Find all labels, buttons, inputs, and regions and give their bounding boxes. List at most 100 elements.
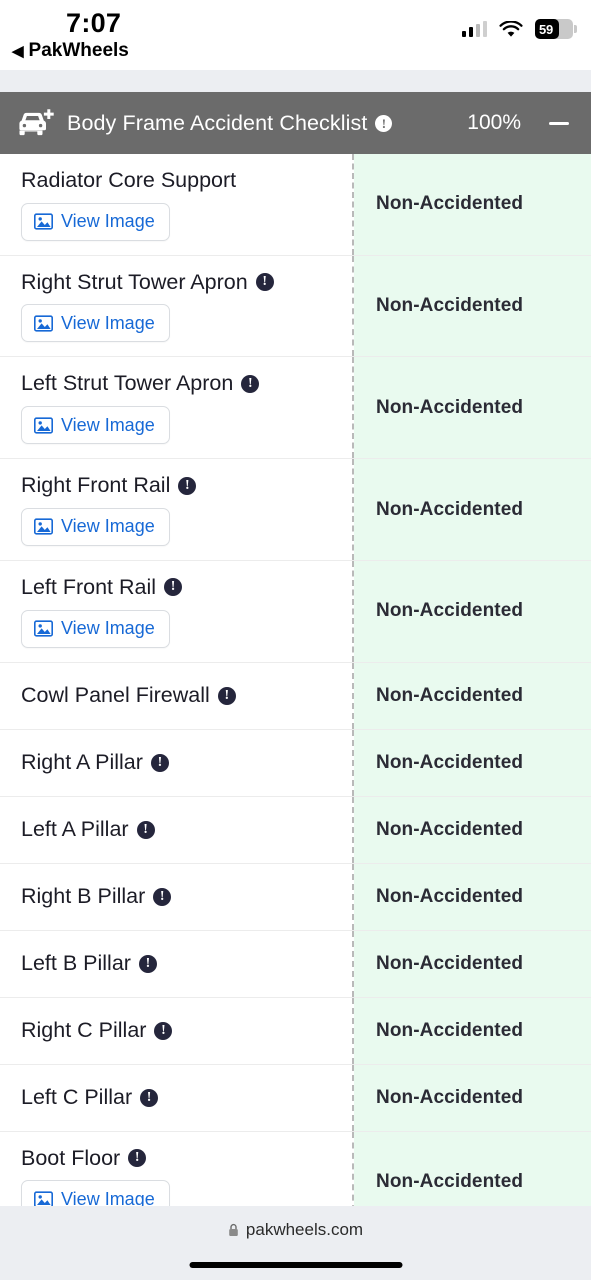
info-circle-icon[interactable]: ! xyxy=(153,887,172,906)
part-name-label: Right Front Rail xyxy=(21,473,171,498)
info-circle-icon[interactable]: ! xyxy=(164,578,183,597)
battery-percent: 59 xyxy=(539,21,554,37)
status-cell: Non-Accidented xyxy=(354,729,591,796)
part-name-label: Right Strut Tower Apron xyxy=(21,269,248,294)
table-row: Left Strut Tower Apron! View Image Non-Acc… xyxy=(0,357,591,460)
info-circle-icon[interactable]: ! xyxy=(136,820,155,839)
view-image-button[interactable]: View Image xyxy=(21,507,170,546)
part-name: Right Front Rail! xyxy=(21,473,340,498)
image-icon xyxy=(34,518,53,535)
info-circle-icon[interactable]: ! xyxy=(138,954,157,973)
status-badge: Non-Accidented xyxy=(376,600,524,622)
part-name-cell: Right Front Rail! View Image xyxy=(0,459,354,560)
status-cell: Non-Accidented xyxy=(354,997,591,1064)
info-circle-icon[interactable]: ! xyxy=(140,1088,159,1107)
section-title-text: Body Frame Accident Checklist xyxy=(67,110,368,135)
status-cell: Non-Accidented xyxy=(354,255,591,357)
part-name: Radiator Core Support xyxy=(21,168,340,193)
status-cell: Non-Accidented xyxy=(354,662,591,729)
view-image-button[interactable]: View Image xyxy=(21,609,170,648)
part-name-label: Boot Floor xyxy=(21,1145,121,1170)
image-icon xyxy=(34,620,53,637)
part-name: Left Front Rail! xyxy=(21,575,340,600)
part-name: Boot Floor! xyxy=(21,1146,340,1171)
info-circle-icon[interactable]: ! xyxy=(178,476,197,495)
part-name: Left A Pillar! xyxy=(21,817,340,842)
minus-icon[interactable] xyxy=(549,121,569,125)
view-image-button[interactable]: View Image xyxy=(21,406,170,445)
info-circle-icon[interactable]: ! xyxy=(128,1148,147,1167)
table-row: Right A Pillar! Non-Accidented xyxy=(0,729,591,797)
table-row: Cowl Panel Firewall! Non-Accidented xyxy=(0,662,591,730)
status-badge: Non-Accidented xyxy=(376,1086,524,1108)
part-name-label: Right C Pillar xyxy=(21,1018,147,1043)
back-to-app-link[interactable]: ◀ PakWheels xyxy=(12,40,129,62)
part-name-label: Cowl Panel Firewall xyxy=(21,683,210,708)
browser-bottom-bar: pakwheels.com xyxy=(0,1206,591,1280)
part-name-cell: Left Strut Tower Apron! View Image xyxy=(0,357,354,459)
status-cell: Non-Accidented xyxy=(354,459,591,560)
body-frame-checklist-table: Radiator Core Support View Image Non-Accid… xyxy=(0,154,591,1234)
part-name-cell: Left Front Rail! View Image xyxy=(0,560,354,662)
status-badge: Non-Accidented xyxy=(376,818,524,840)
info-circle-icon[interactable]: ! xyxy=(150,753,169,772)
view-image-button[interactable]: View Image xyxy=(21,304,170,343)
status-badge: Non-Accidented xyxy=(376,751,524,773)
status-badge: Non-Accidented xyxy=(376,885,524,907)
part-name-label: Left Strut Tower Apron xyxy=(21,371,234,396)
part-name-label: Left B Pillar xyxy=(21,951,131,976)
part-name: Right C Pillar! xyxy=(21,1018,340,1043)
image-icon xyxy=(34,213,53,230)
address-bar[interactable]: pakwheels.com xyxy=(228,1220,363,1240)
info-circle-icon[interactable]: ! xyxy=(154,1021,173,1040)
lock-icon xyxy=(228,1223,239,1237)
status-badge: Non-Accidented xyxy=(376,295,524,317)
part-name-cell: Right A Pillar! xyxy=(0,729,354,796)
part-name: Left C Pillar! xyxy=(21,1085,340,1110)
table-row: Left A Pillar! Non-Accidented xyxy=(0,796,591,864)
home-indicator xyxy=(189,1262,402,1268)
checklist-section-header[interactable]: Body Frame Accident Checklist! 100% xyxy=(0,92,591,154)
status-badge: Non-Accidented xyxy=(376,396,524,418)
info-circle-icon[interactable]: ! xyxy=(375,114,393,132)
part-name-label: Right B Pillar xyxy=(21,884,146,909)
status-cell: Non-Accidented xyxy=(354,357,591,459)
table-row: Left B Pillar! Non-Accidented xyxy=(0,930,591,998)
status-cell: Non-Accidented xyxy=(354,863,591,930)
status-badge: Non-Accidented xyxy=(376,193,524,215)
table-row: Radiator Core Support View Image Non-Accid… xyxy=(0,154,591,256)
section-title: Body Frame Accident Checklist! xyxy=(67,110,393,136)
part-name: Right Strut Tower Apron! xyxy=(21,270,340,295)
table-row: Right B Pillar! Non-Accidented xyxy=(0,863,591,931)
table-row: Left C Pillar! Non-Accidented xyxy=(0,1064,591,1132)
battery-icon: 59 xyxy=(535,19,577,39)
status-cell: Non-Accidented xyxy=(354,1064,591,1131)
table-row: Left Front Rail! View Image Non-Accidented xyxy=(0,560,591,663)
status-cell: Non-Accidented xyxy=(354,560,591,662)
info-circle-icon[interactable]: ! xyxy=(255,273,274,292)
status-badge: Non-Accidented xyxy=(376,1170,524,1192)
info-circle-icon[interactable]: ! xyxy=(241,374,260,393)
view-image-button[interactable]: View Image xyxy=(21,202,170,241)
info-circle-icon[interactable]: ! xyxy=(217,686,236,705)
completion-percent: 100% xyxy=(467,111,521,134)
part-name-label: Left Front Rail xyxy=(21,574,157,599)
status-cell: Non-Accidented xyxy=(354,930,591,997)
view-image-label: View Image xyxy=(61,618,155,639)
table-row: Right C Pillar! Non-Accidented xyxy=(0,997,591,1065)
part-name: Right B Pillar! xyxy=(21,884,340,909)
part-name: Cowl Panel Firewall! xyxy=(21,683,340,708)
ios-status-bar: 7:07 ◀ PakWheels 59 xyxy=(0,0,591,70)
url-text: pakwheels.com xyxy=(245,1220,364,1239)
cellular-bars-icon xyxy=(461,21,487,37)
part-name-label: Radiator Core Support xyxy=(21,168,237,192)
status-badge: Non-Accidented xyxy=(376,952,524,974)
part-name: Right A Pillar! xyxy=(21,750,340,775)
part-name-label: Left C Pillar xyxy=(21,1085,133,1110)
part-name-cell: Cowl Panel Firewall! xyxy=(0,662,354,729)
view-image-label: View Image xyxy=(61,312,155,333)
car-plus-icon xyxy=(16,108,54,138)
table-row: Right Strut Tower Apron! View Image Non-Ac… xyxy=(0,255,591,358)
status-badge: Non-Accidented xyxy=(376,498,524,520)
back-arrow-icon: ◀ xyxy=(12,42,24,60)
